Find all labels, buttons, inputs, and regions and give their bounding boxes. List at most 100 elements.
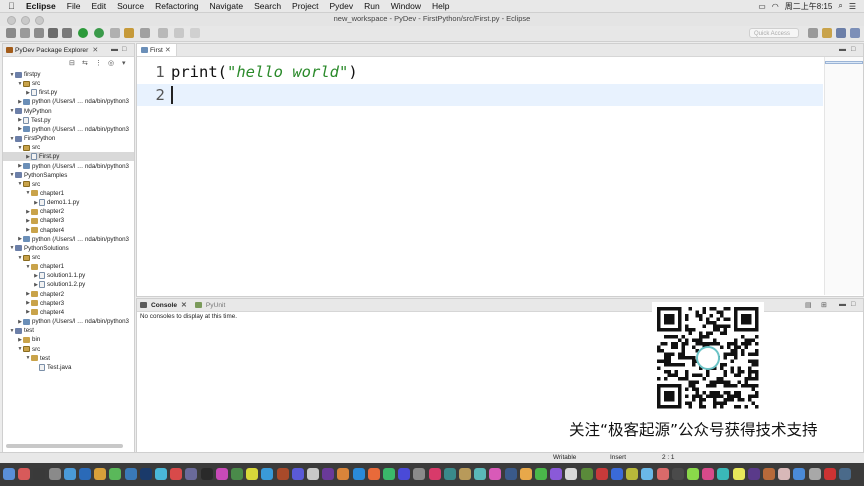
dock-app-icon[interactable] <box>580 468 593 480</box>
tree-item[interactable]: ▼ test <box>3 326 134 335</box>
menu-source[interactable]: Source <box>117 0 144 12</box>
run-external-icon[interactable] <box>94 28 104 38</box>
close-icon[interactable]: ✕ <box>181 301 187 309</box>
dock-app-icon[interactable] <box>413 468 426 480</box>
dock-app-icon[interactable] <box>261 468 274 480</box>
tree-item[interactable]: ▶ Test.py <box>3 116 134 125</box>
tree-item[interactable]: ▶ chapter4 <box>3 308 134 317</box>
tree-item[interactable]: ▶ solution1.2.py <box>3 280 134 289</box>
system-prefs-icon[interactable] <box>48 468 61 480</box>
tree-item[interactable]: ▼ src <box>3 253 134 262</box>
terminal-icon[interactable] <box>33 468 46 480</box>
tree-item[interactable]: ▶ first.py <box>3 88 134 97</box>
dock-app-icon[interactable] <box>337 468 350 480</box>
dock-app-icon[interactable] <box>641 468 654 480</box>
tree-item[interactable]: ▶ chapter3 <box>3 299 134 308</box>
tree-item[interactable]: Test.java <box>3 363 134 372</box>
minimize-icon[interactable]: ▬ <box>839 301 846 308</box>
dock-app-icon[interactable] <box>535 468 547 480</box>
dock-app-icon[interactable] <box>595 468 608 480</box>
numbers-icon[interactable] <box>109 468 122 480</box>
perspective-java-icon[interactable] <box>836 28 846 38</box>
apple-icon[interactable]:  <box>8 0 18 12</box>
menu-project[interactable]: Project <box>292 0 318 12</box>
code-line-current[interactable]: 2 <box>137 84 823 106</box>
maximize-icon[interactable]: □ <box>122 46 126 53</box>
dock-app-icon[interactable] <box>687 468 699 480</box>
dock-app-icon[interactable] <box>504 468 517 480</box>
dock-app-icon[interactable] <box>671 468 684 480</box>
display-console-icon[interactable]: ▤ <box>805 301 812 309</box>
quick-access-input[interactable]: Quick Access <box>749 28 799 38</box>
dock-app-icon[interactable] <box>307 468 319 480</box>
back-icon[interactable] <box>158 28 168 38</box>
wifi-icon[interactable]: ◠ <box>772 2 779 11</box>
open-console-icon[interactable]: ⊞ <box>821 301 827 309</box>
xcode-icon[interactable] <box>124 468 137 480</box>
tools-icon[interactable] <box>48 28 58 38</box>
tree-item[interactable]: ▼ src <box>3 143 134 152</box>
tree-item[interactable]: ▼ PythonSolutions <box>3 244 134 253</box>
menu-window[interactable]: Window <box>391 0 421 12</box>
dock-app-icon[interactable] <box>474 468 487 480</box>
tree-item[interactable]: ▼ chapter1 <box>3 189 134 198</box>
tree-item[interactable]: ▼ FirstPython <box>3 134 134 143</box>
horizontal-scrollbar[interactable] <box>6 444 123 448</box>
pyunit-tab[interactable]: PyUnit <box>194 302 225 309</box>
tree-item[interactable]: ▼ src <box>3 79 134 88</box>
dock-app-icon[interactable] <box>443 468 456 480</box>
dock-app-icon[interactable] <box>383 468 395 480</box>
tree-item[interactable]: ▶ First.py <box>3 152 134 162</box>
dock-app-icon[interactable] <box>565 468 578 480</box>
perspective-debug-icon[interactable] <box>850 28 860 38</box>
finder-icon[interactable] <box>3 468 15 480</box>
clock[interactable]: 周二上午8:15 <box>785 1 833 12</box>
maximize-icon[interactable]: □ <box>851 46 855 53</box>
dock-app-icon[interactable] <box>778 468 791 480</box>
tree-item[interactable]: ▶ python (/Users/l … nda/bin/python3 <box>3 125 134 134</box>
photoshop-icon[interactable] <box>139 468 152 480</box>
browser-icon[interactable] <box>155 468 167 480</box>
new-icon[interactable] <box>6 28 16 38</box>
dock-app-icon[interactable] <box>808 468 821 480</box>
tree-item[interactable]: ▶ demo1.1.py <box>3 198 134 207</box>
tree-item[interactable]: ▶ chapter4 <box>3 226 134 235</box>
safari-icon[interactable] <box>63 468 76 480</box>
close-icon[interactable]: ✕ <box>165 46 171 54</box>
dock-app-icon[interactable] <box>823 468 836 480</box>
menu-file[interactable]: File <box>67 0 81 12</box>
tree-item[interactable]: ▶ chapter2 <box>3 290 134 299</box>
tree-item[interactable]: ▼ chapter1 <box>3 262 134 271</box>
open-type-icon[interactable] <box>124 28 134 38</box>
dock-app-icon[interactable] <box>747 468 760 480</box>
editor-tab-first[interactable]: First ✕ <box>137 44 177 56</box>
dock-app-icon[interactable] <box>732 468 745 480</box>
dock-app-icon[interactable] <box>839 468 851 480</box>
tree-item[interactable]: ▼ test <box>3 354 134 363</box>
app-icon[interactable] <box>170 468 183 480</box>
debug-icon[interactable] <box>62 28 72 38</box>
search-icon[interactable]: ⌕ <box>838 1 842 11</box>
forward-icon[interactable] <box>174 28 184 38</box>
minimize-icon[interactable]: ▬ <box>111 46 118 53</box>
dock-app-icon[interactable] <box>185 468 198 480</box>
dock-app-icon[interactable] <box>322 468 335 480</box>
perspective-pydev-icon[interactable] <box>822 28 832 38</box>
open-perspective-icon[interactable] <box>808 28 818 38</box>
dock-app-icon[interactable] <box>763 468 775 480</box>
tree-item[interactable]: ▶ chapter2 <box>3 207 134 216</box>
dock-app-icon[interactable] <box>291 468 304 480</box>
view-menu-icon[interactable]: ▾ <box>122 59 126 67</box>
tree-item[interactable]: ▼ firstpy <box>3 70 134 79</box>
overview-ruler[interactable] <box>824 57 863 295</box>
menu-pydev[interactable]: Pydev <box>330 0 354 12</box>
tree-item[interactable]: ▼ src <box>3 180 134 189</box>
menu-help[interactable]: Help <box>432 0 449 12</box>
sketch-icon[interactable] <box>94 468 107 480</box>
word-icon[interactable] <box>79 468 91 480</box>
tree-item[interactable]: ▶ python (/Users/l … nda/bin/python3 <box>3 235 134 244</box>
dock-app-icon[interactable] <box>519 468 532 480</box>
print-icon[interactable] <box>34 28 44 38</box>
close-icon[interactable]: ✕ <box>92 46 98 54</box>
new-module-icon[interactable] <box>110 28 120 38</box>
